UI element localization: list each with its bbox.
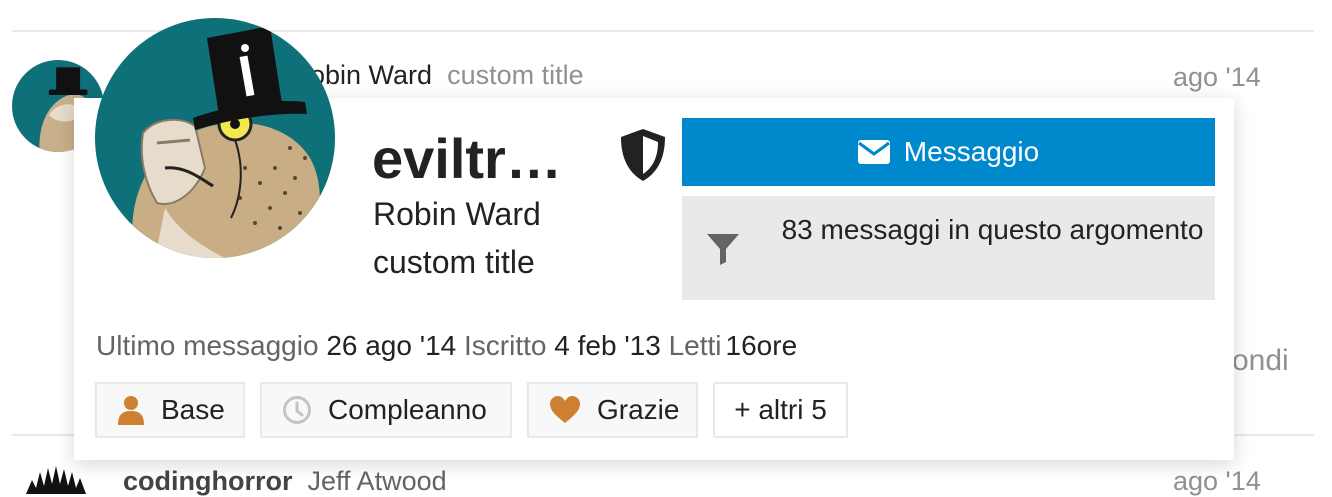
user-card-username[interactable]: eviltr… (372, 126, 562, 191)
badge-base[interactable]: Base (95, 382, 245, 438)
filter-posts-label: 83 messaggi in questo argomento (781, 214, 1204, 245)
badge-compleanno[interactable]: Compleanno (260, 382, 512, 438)
more-badges-button[interactable]: + altri 5 (713, 382, 848, 438)
read-time-value: 16ore (725, 330, 798, 361)
post-avatar-below[interactable] (26, 466, 86, 494)
clock-icon (282, 395, 312, 425)
filter-icon (707, 234, 739, 265)
user-card-avatar[interactable] (95, 18, 335, 258)
joined-label: Iscritto (464, 330, 547, 361)
user-icon (117, 395, 145, 425)
post-text-fragment: ondi (1232, 344, 1289, 377)
message-button[interactable]: Messaggio (682, 118, 1215, 186)
message-button-label: Messaggio (903, 136, 1040, 167)
envelope-icon (857, 140, 890, 164)
read-time-label: Letti (668, 330, 722, 361)
post-author-below: codinghorror Jeff Atwood (123, 466, 447, 497)
post-username-below[interactable]: codinghorror (123, 466, 293, 496)
badge-grazie[interactable]: Grazie (527, 382, 698, 438)
user-card-fullname: Robin Ward (373, 196, 541, 232)
user-card-stats: Ultimo messaggio 26 ago '14 Iscritto 4 f… (96, 330, 797, 362)
post-user-title: custom title (447, 60, 584, 90)
joined-value: 4 feb '13 (554, 330, 661, 361)
user-card-title: custom title (373, 244, 535, 280)
shield-icon (617, 127, 669, 183)
last-post-label: Ultimo messaggio (96, 330, 319, 361)
post-name-below[interactable]: Jeff Atwood (308, 466, 447, 496)
badge-label: Grazie (597, 394, 680, 425)
avatar-hair-icon (26, 466, 86, 494)
badge-label: Compleanno (328, 394, 487, 425)
post-date[interactable]: ago '14 (1173, 62, 1261, 93)
post-author-name[interactable]: obin Ward (310, 60, 432, 90)
filter-posts-button[interactable]: 83 messaggi in questo argomento (682, 196, 1215, 300)
badge-label: Base (161, 394, 225, 425)
more-badges-label: + altri 5 (734, 394, 827, 425)
post-author: obin Ward custom title (310, 60, 584, 91)
heart-icon (549, 396, 581, 424)
last-post-value[interactable]: 26 ago '14 (326, 330, 456, 361)
post-date-below[interactable]: ago '14 (1173, 466, 1261, 497)
trout-tophat-avatar-icon (95, 18, 335, 258)
